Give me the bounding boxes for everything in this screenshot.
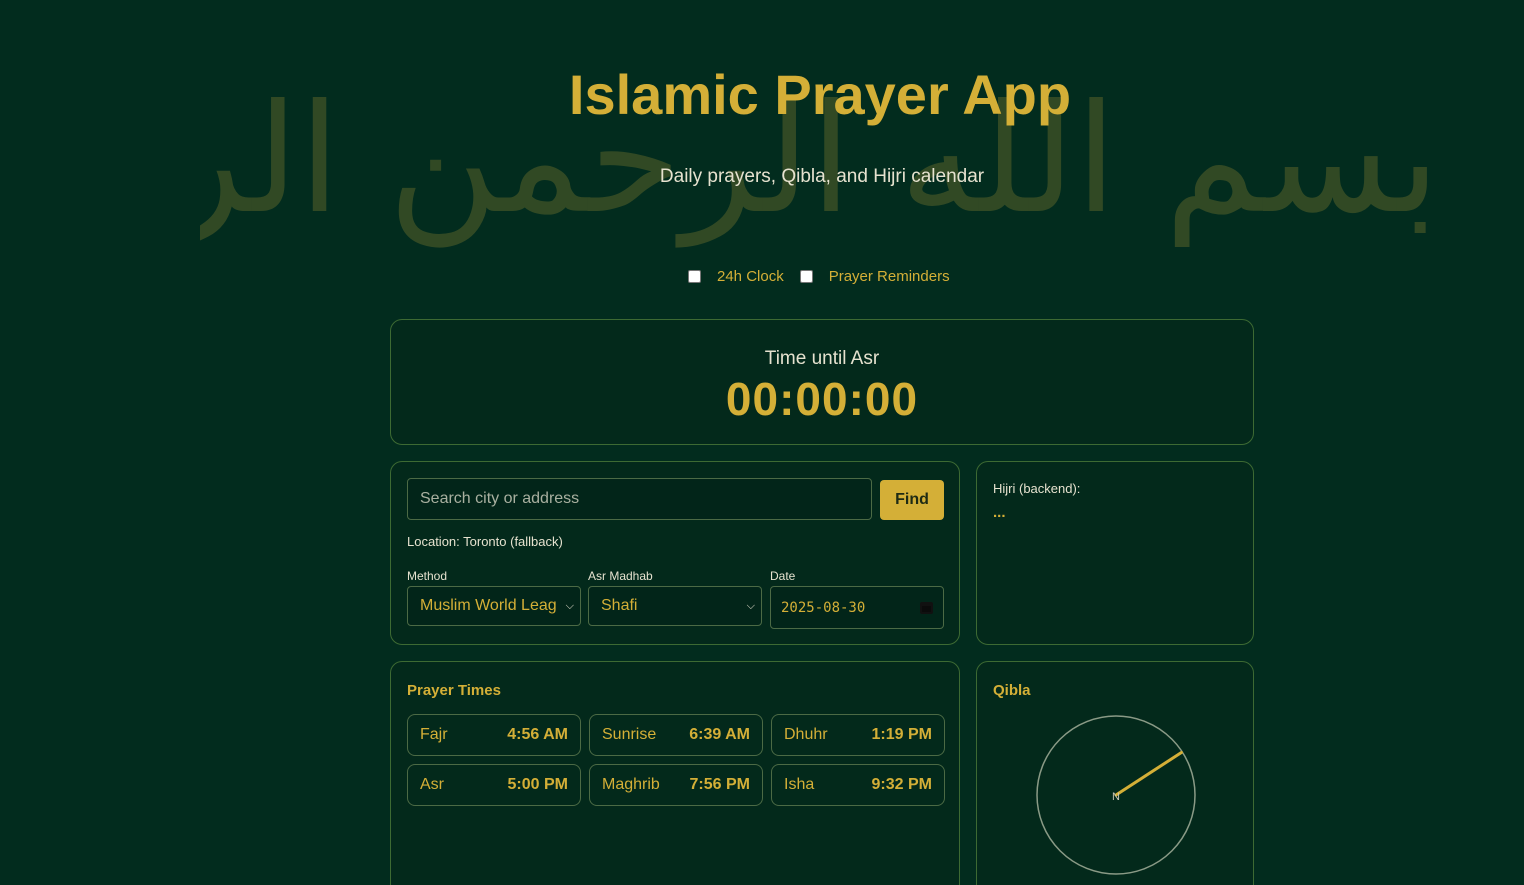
method-select[interactable]: Muslim World Leag ⌵ (407, 586, 581, 626)
calendar-icon[interactable] (920, 601, 933, 614)
countdown-time: 00:00:00 (725, 373, 919, 425)
settings-toggles: 24h Clock Prayer Reminders (688, 266, 950, 286)
prayer-time: 6:39 AM (689, 726, 750, 743)
prayer-name: Fajr (420, 726, 448, 743)
prayer-item-isha: Isha 9:32 PM (771, 764, 945, 806)
location-status: Location: Toronto (fallback) (407, 534, 563, 549)
madhab-value: Shafi (601, 597, 638, 614)
countdown-label: Time until Asr (764, 348, 880, 369)
madhab-label: Asr Madhab (588, 569, 653, 583)
find-button[interactable]: Find (880, 480, 944, 520)
prayer-item-asr: Asr 5:00 PM (407, 764, 581, 806)
label-24h-clock[interactable]: 24h Clock (717, 268, 784, 285)
date-input[interactable]: 2025-08-30 (770, 586, 944, 629)
hijri-label: Hijri (backend): (993, 481, 1081, 496)
prayer-time: 1:19 PM (871, 726, 932, 743)
prayer-times-grid: Fajr 4:56 AM Sunrise 6:39 AM Dhuhr 1:19 … (407, 714, 945, 806)
date-field: Date 2025-08-30 (770, 568, 944, 629)
page-title: Islamic Prayer App (568, 63, 1072, 126)
prayer-times-title: Prayer Times (407, 682, 501, 699)
prayer-name: Dhuhr (784, 726, 828, 743)
prayer-name: Maghrib (602, 776, 660, 793)
prayer-item-maghrib: Maghrib 7:56 PM (589, 764, 763, 806)
prayer-name: Sunrise (602, 726, 657, 743)
chevron-down-icon: ⌵ (746, 599, 755, 612)
date-value: 2025-08-30 (781, 599, 866, 616)
prayer-name: Asr (420, 776, 444, 793)
prayer-time: 5:00 PM (507, 776, 568, 793)
checkbox-prayer-reminders[interactable] (799, 269, 813, 283)
toggle-24h-clock[interactable]: 24h Clock (688, 268, 784, 285)
method-label: Method (407, 569, 448, 583)
north-label: N (1112, 791, 1120, 803)
hijri-value: ... (993, 504, 1006, 521)
prayer-item-sunrise: Sunrise 6:39 AM (589, 714, 763, 756)
next-prayer-countdown: Time until Asr 00:00:00 (390, 319, 1254, 445)
qibla-card: Qibla N (976, 661, 1254, 885)
page-subtitle: Daily prayers, Qibla, and Hijri calendar (659, 166, 985, 187)
toggle-prayer-reminders[interactable]: Prayer Reminders (799, 268, 950, 285)
hijri-card: Hijri (backend): ... (976, 461, 1254, 645)
app-page: بسم الله الرحمن الرحيم Islamic Prayer Ap… (0, 0, 1524, 885)
qibla-title: Qibla (993, 682, 1031, 699)
label-prayer-reminders[interactable]: Prayer Reminders (829, 268, 950, 285)
prayer-name: Isha (784, 776, 815, 793)
location-settings-card: Find Location: Toronto (fallback) Method… (390, 461, 960, 645)
madhab-field: Asr Madhab Shafi ⌵ (588, 568, 762, 626)
method-value: Muslim World Leag (420, 597, 557, 614)
prayer-time: 7:56 PM (689, 776, 750, 793)
chevron-down-icon: ⌵ (565, 599, 574, 612)
qibla-needle (1114, 751, 1183, 797)
qibla-compass: N (1036, 715, 1196, 875)
city-search-input[interactable] (407, 478, 872, 520)
date-label: Date (770, 569, 796, 583)
prayer-item-dhuhr: Dhuhr 1:19 PM (771, 714, 945, 756)
prayer-time: 9:32 PM (871, 776, 932, 793)
prayer-item-fajr: Fajr 4:56 AM (407, 714, 581, 756)
madhab-select[interactable]: Shafi ⌵ (588, 586, 762, 626)
method-field: Method Muslim World Leag ⌵ (407, 568, 581, 626)
prayer-times-card: Prayer Times Fajr 4:56 AM Sunrise 6:39 A… (390, 661, 960, 885)
prayer-time: 4:56 AM (507, 726, 568, 743)
checkbox-24h-clock[interactable] (688, 269, 701, 283)
